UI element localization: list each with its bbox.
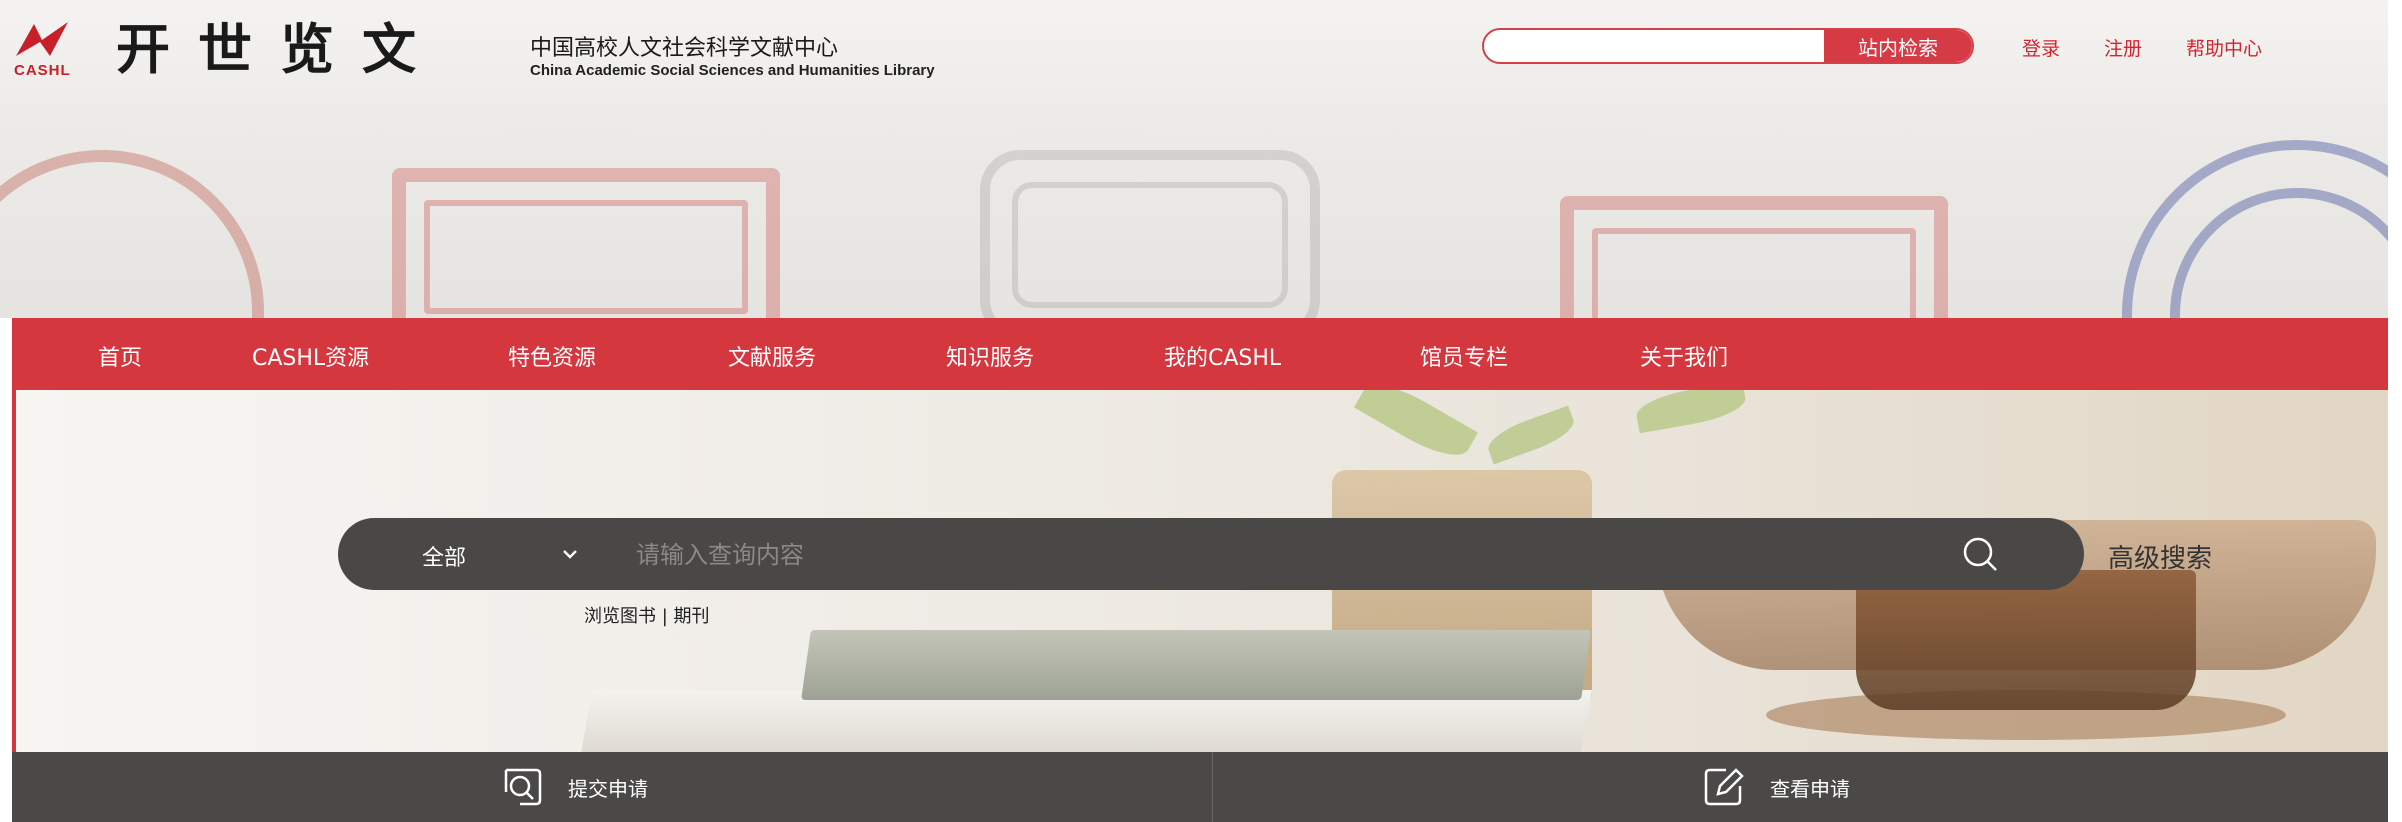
submit-request-label: 提交申请 (568, 776, 648, 801)
register-link[interactable]: 注册 (2104, 34, 2142, 61)
nav-item-home[interactable]: 首页 (98, 340, 142, 372)
seal-decoration (980, 150, 1320, 318)
book-decoration (801, 630, 1591, 700)
browse-books-link[interactable]: 浏览图书 (584, 606, 656, 627)
view-request-button[interactable]: 查看申请 (1702, 766, 1850, 808)
search-scope-select[interactable]: 全部 (422, 540, 466, 572)
edit-document-icon (1704, 768, 1744, 806)
browse-links: 浏览图书 | 期刊 (584, 602, 710, 628)
org-name-en: China Academic Social Sciences and Human… (530, 62, 935, 79)
top-links: 登录 注册 帮助中心 (2022, 34, 2262, 61)
nav-item-document-services[interactable]: 文献服务 (728, 340, 816, 372)
logo-tag: CASHL (14, 62, 71, 79)
nav-item-about-us[interactable]: 关于我们 (1640, 340, 1728, 372)
site-search: 站内检索 (1482, 28, 1974, 64)
browse-journals-link[interactable]: 期刊 (674, 606, 710, 627)
site-search-button[interactable]: 站内检索 (1824, 30, 1972, 62)
nav-item-librarian-column[interactable]: 馆员专栏 (1420, 340, 1508, 372)
nav-item-my-cashl[interactable]: 我的CASHL (1164, 340, 1281, 372)
search-input[interactable] (634, 536, 1968, 574)
main-nav: 首页 CASHL资源 特色资源 文献服务 知识服务 我的CASHL 馆员专栏 关… (12, 318, 2388, 390)
search-icon[interactable] (1956, 530, 2004, 578)
nav-item-cashl-resources[interactable]: CASHL资源 (252, 340, 369, 372)
leaf-decoration (1483, 405, 1579, 465)
service-divider (1212, 752, 1213, 822)
browse-separator: | (656, 606, 674, 627)
header-banner: CASHL 开世览文 中国高校人文社会科学文献中心 China Academic… (0, 0, 2388, 318)
search-document-icon (504, 768, 542, 806)
page: CASHL 开世览文 中国高校人文社会科学文献中心 China Academic… (0, 0, 2402, 822)
org-name-cn: 中国高校人文社会科学文献中心 (530, 36, 839, 61)
nav-item-special-resources[interactable]: 特色资源 (508, 340, 596, 372)
view-request-label: 查看申请 (1770, 776, 1850, 801)
site-search-input[interactable] (1498, 34, 1832, 60)
leaf-decoration (1354, 390, 1478, 468)
seal-decoration (1560, 196, 1948, 318)
nav-item-knowledge-services[interactable]: 知识服务 (946, 340, 1034, 372)
cup-decoration (1856, 570, 2196, 710)
login-link[interactable]: 登录 (2022, 34, 2060, 61)
seal-decoration (0, 150, 264, 318)
help-center-link[interactable]: 帮助中心 (2186, 34, 2262, 61)
submit-request-button[interactable]: 提交申请 (500, 766, 648, 808)
logo-swoosh-icon (16, 22, 68, 56)
brand-name[interactable]: 开世览文 (116, 14, 444, 84)
service-bar: 提交申请 查看申请 (12, 752, 2388, 822)
chevron-down-icon[interactable] (560, 544, 580, 564)
seal-decoration (2122, 140, 2388, 318)
advanced-search-link[interactable]: 高级搜索 (2108, 538, 2212, 575)
leaf-decoration (1633, 390, 1749, 434)
page-edge (2388, 0, 2402, 822)
cashl-logo-icon[interactable]: CASHL (14, 18, 72, 80)
main-search-bar: 全部 (338, 518, 2084, 590)
seal-decoration (392, 168, 780, 318)
